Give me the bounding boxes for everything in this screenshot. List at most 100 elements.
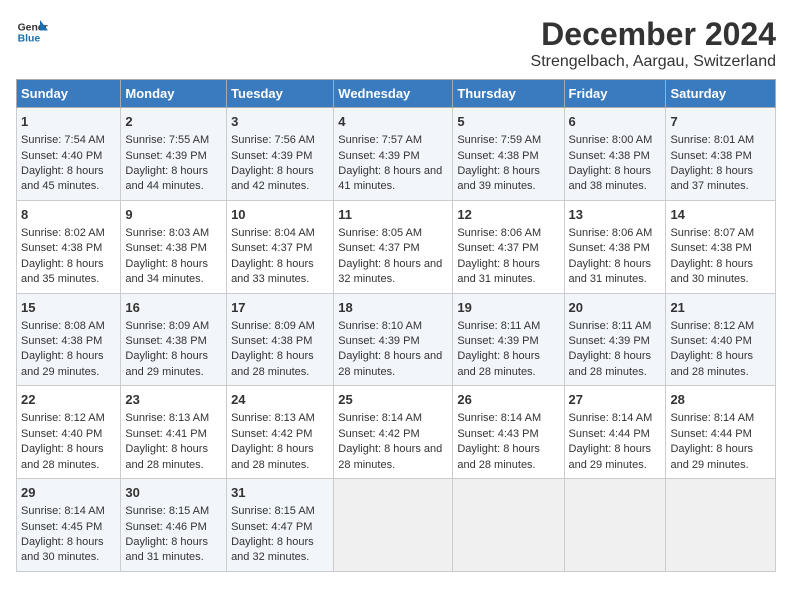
daylight-text: Daylight: 8 hours and 28 minutes.	[569, 349, 662, 380]
day-number: 3	[231, 113, 329, 131]
day-number: 22	[21, 391, 116, 409]
sunrise-text: Sunrise: 8:13 AM	[231, 411, 329, 426]
calendar-cell: 22Sunrise: 8:12 AMSunset: 4:40 PMDayligh…	[17, 386, 121, 479]
sunset-text: Sunset: 4:46 PM	[125, 520, 222, 535]
sunset-text: Sunset: 4:40 PM	[21, 427, 116, 442]
calendar-cell	[334, 479, 453, 572]
day-number: 18	[338, 299, 448, 317]
sunset-text: Sunset: 4:40 PM	[670, 334, 771, 349]
day-number: 21	[670, 299, 771, 317]
calendar-cell: 9Sunrise: 8:03 AMSunset: 4:38 PMDaylight…	[121, 200, 227, 293]
day-number: 16	[125, 299, 222, 317]
sunset-text: Sunset: 4:41 PM	[125, 427, 222, 442]
calendar-cell: 3Sunrise: 7:56 AMSunset: 4:39 PMDaylight…	[227, 108, 334, 201]
sunrise-text: Sunrise: 8:07 AM	[670, 226, 771, 241]
sunrise-text: Sunrise: 8:06 AM	[457, 226, 559, 241]
sunset-text: Sunset: 4:39 PM	[125, 149, 222, 164]
daylight-text: Daylight: 8 hours and 28 minutes.	[125, 442, 222, 473]
sunrise-text: Sunrise: 8:09 AM	[231, 319, 329, 334]
daylight-text: Daylight: 8 hours and 28 minutes.	[457, 349, 559, 380]
calendar-cell: 21Sunrise: 8:12 AMSunset: 4:40 PMDayligh…	[666, 293, 776, 386]
calendar-cell: 19Sunrise: 8:11 AMSunset: 4:39 PMDayligh…	[453, 293, 564, 386]
day-number: 13	[569, 206, 662, 224]
daylight-text: Daylight: 8 hours and 28 minutes.	[338, 442, 448, 473]
calendar-cell	[453, 479, 564, 572]
day-number: 9	[125, 206, 222, 224]
day-number: 8	[21, 206, 116, 224]
sunset-text: Sunset: 4:38 PM	[21, 241, 116, 256]
daylight-text: Daylight: 8 hours and 39 minutes.	[457, 164, 559, 195]
title-block: December 2024 Strengelbach, Aargau, Swit…	[531, 16, 776, 71]
sunset-text: Sunset: 4:39 PM	[338, 149, 448, 164]
week-row-2: 8Sunrise: 8:02 AMSunset: 4:38 PMDaylight…	[17, 200, 776, 293]
calendar-cell: 12Sunrise: 8:06 AMSunset: 4:37 PMDayligh…	[453, 200, 564, 293]
day-number: 31	[231, 484, 329, 502]
day-number: 30	[125, 484, 222, 502]
sunrise-text: Sunrise: 8:02 AM	[21, 226, 116, 241]
day-number: 28	[670, 391, 771, 409]
day-number: 4	[338, 113, 448, 131]
calendar-cell: 28Sunrise: 8:14 AMSunset: 4:44 PMDayligh…	[666, 386, 776, 479]
daylight-text: Daylight: 8 hours and 28 minutes.	[670, 349, 771, 380]
header-day-thursday: Thursday	[453, 80, 564, 108]
sunset-text: Sunset: 4:44 PM	[670, 427, 771, 442]
sunrise-text: Sunrise: 8:11 AM	[457, 319, 559, 334]
calendar-cell: 6Sunrise: 8:00 AMSunset: 4:38 PMDaylight…	[564, 108, 666, 201]
daylight-text: Daylight: 8 hours and 42 minutes.	[231, 164, 329, 195]
sunrise-text: Sunrise: 8:05 AM	[338, 226, 448, 241]
sunset-text: Sunset: 4:45 PM	[21, 520, 116, 535]
daylight-text: Daylight: 8 hours and 38 minutes.	[569, 164, 662, 195]
calendar-cell: 27Sunrise: 8:14 AMSunset: 4:44 PMDayligh…	[564, 386, 666, 479]
sunrise-text: Sunrise: 8:14 AM	[21, 504, 116, 519]
week-row-1: 1Sunrise: 7:54 AMSunset: 4:40 PMDaylight…	[17, 108, 776, 201]
sunset-text: Sunset: 4:42 PM	[338, 427, 448, 442]
calendar-cell: 30Sunrise: 8:15 AMSunset: 4:46 PMDayligh…	[121, 479, 227, 572]
day-number: 5	[457, 113, 559, 131]
day-number: 14	[670, 206, 771, 224]
day-number: 15	[21, 299, 116, 317]
daylight-text: Daylight: 8 hours and 33 minutes.	[231, 257, 329, 288]
sunrise-text: Sunrise: 8:14 AM	[457, 411, 559, 426]
day-number: 17	[231, 299, 329, 317]
sunrise-text: Sunrise: 7:56 AM	[231, 133, 329, 148]
sunrise-text: Sunrise: 8:03 AM	[125, 226, 222, 241]
daylight-text: Daylight: 8 hours and 30 minutes.	[670, 257, 771, 288]
week-row-3: 15Sunrise: 8:08 AMSunset: 4:38 PMDayligh…	[17, 293, 776, 386]
sunset-text: Sunset: 4:44 PM	[569, 427, 662, 442]
calendar-cell: 20Sunrise: 8:11 AMSunset: 4:39 PMDayligh…	[564, 293, 666, 386]
day-number: 25	[338, 391, 448, 409]
sunset-text: Sunset: 4:38 PM	[457, 149, 559, 164]
calendar-cell: 25Sunrise: 8:14 AMSunset: 4:42 PMDayligh…	[334, 386, 453, 479]
sunrise-text: Sunrise: 8:14 AM	[670, 411, 771, 426]
day-number: 12	[457, 206, 559, 224]
sunrise-text: Sunrise: 8:14 AM	[569, 411, 662, 426]
svg-text:Blue: Blue	[18, 34, 41, 45]
sunrise-text: Sunrise: 8:15 AM	[125, 504, 222, 519]
sunset-text: Sunset: 4:38 PM	[231, 334, 329, 349]
daylight-text: Daylight: 8 hours and 37 minutes.	[670, 164, 771, 195]
sunset-text: Sunset: 4:38 PM	[670, 241, 771, 256]
calendar-cell: 16Sunrise: 8:09 AMSunset: 4:38 PMDayligh…	[121, 293, 227, 386]
calendar-cell: 1Sunrise: 7:54 AMSunset: 4:40 PMDaylight…	[17, 108, 121, 201]
sunrise-text: Sunrise: 8:00 AM	[569, 133, 662, 148]
calendar-cell: 23Sunrise: 8:13 AMSunset: 4:41 PMDayligh…	[121, 386, 227, 479]
logo: General Blue	[16, 16, 48, 48]
week-row-5: 29Sunrise: 8:14 AMSunset: 4:45 PMDayligh…	[17, 479, 776, 572]
calendar-cell: 14 Sunrise: 8:07 AMSunset: 4:38 PMDayligh…	[666, 200, 776, 293]
sunset-text: Sunset: 4:38 PM	[670, 149, 771, 164]
day-number: 20	[569, 299, 662, 317]
sunset-text: Sunset: 4:39 PM	[569, 334, 662, 349]
subtitle: Strengelbach, Aargau, Switzerland	[531, 53, 776, 71]
week-row-4: 22Sunrise: 8:12 AMSunset: 4:40 PMDayligh…	[17, 386, 776, 479]
daylight-text: Daylight: 8 hours and 31 minutes.	[569, 257, 662, 288]
sunset-text: Sunset: 4:37 PM	[457, 241, 559, 256]
daylight-text: Daylight: 8 hours and 44 minutes.	[125, 164, 222, 195]
sunset-text: Sunset: 4:38 PM	[569, 241, 662, 256]
calendar-header-row: SundayMondayTuesdayWednesdayThursdayFrid…	[17, 80, 776, 108]
sunset-text: Sunset: 4:43 PM	[457, 427, 559, 442]
day-number: 2	[125, 113, 222, 131]
sunset-text: Sunset: 4:38 PM	[125, 241, 222, 256]
calendar-cell: 13Sunrise: 8:06 AMSunset: 4:38 PMDayligh…	[564, 200, 666, 293]
header-day-tuesday: Tuesday	[227, 80, 334, 108]
header-day-friday: Friday	[564, 80, 666, 108]
